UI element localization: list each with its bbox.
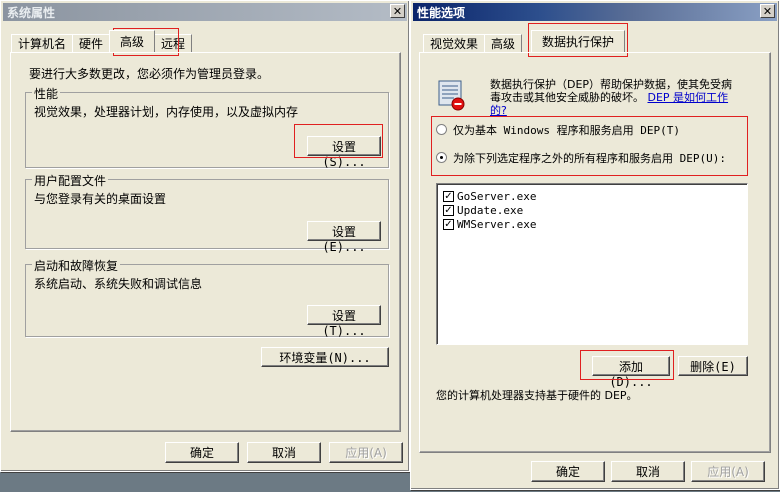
ok-button[interactable]: 确定 <box>531 461 605 482</box>
user-profiles-group: 用户配置文件 与您登录有关的桌面设置 设置(E)... <box>25 172 389 254</box>
list-item[interactable]: ✓ GoServer.exe <box>443 190 536 203</box>
checkbox[interactable]: ✓ <box>443 219 454 230</box>
ok-button[interactable]: 确定 <box>165 442 239 463</box>
dep-essential-label[interactable]: 仅为基本 Windows 程序和服务启用 DEP(T) <box>453 122 680 138</box>
tab-remote[interactable]: 远程 <box>154 34 193 52</box>
dep-help-link-continued[interactable]: 的? <box>490 102 507 118</box>
apply-button: 应用(A) <box>329 442 403 463</box>
tab-advanced[interactable]: 高级 <box>109 30 156 52</box>
close-icon[interactable]: ✕ <box>760 4 775 18</box>
startup-recovery-group: 启动和故障恢复 系统启动、系统失败和调试信息 设置(T)... <box>25 257 389 338</box>
tab-strip: 视觉效果 高级 数据执行保护 <box>423 30 626 52</box>
system-properties-window: 系统属性 ✕ 计算机名 硬件 高级 远程 要进行大多数更改，您必须作为管理员登录… <box>0 0 410 472</box>
dep-all-except-radio[interactable] <box>436 152 447 163</box>
list-item[interactable]: ✓ Update.exe <box>443 204 523 217</box>
tab-visual-effects[interactable]: 视觉效果 <box>423 34 486 52</box>
tab-hardware[interactable]: 硬件 <box>72 34 111 52</box>
dep-panel: 数据执行保护（DEP）帮助保护数据，使其免受病 毒攻击或其他安全威胁的破坏。 D… <box>419 52 771 453</box>
dep-all-except-label[interactable]: 为除下列选定程序之外的所有程序和服务启用 DEP(U): <box>453 150 726 166</box>
program-list[interactable]: ✓ GoServer.exe ✓ Update.exe ✓ WMServer.e… <box>436 183 748 345</box>
dep-help-link[interactable]: DEP 是如何工作 <box>648 91 729 104</box>
hardware-dep-note: 您的计算机处理器支持基于硬件的 DEP。 <box>436 389 638 402</box>
title-bar[interactable]: 性能选项 ✕ <box>413 3 777 21</box>
shield-dep-icon <box>436 79 466 111</box>
tab-data-execution-prevention[interactable]: 数据执行保护 <box>531 30 626 52</box>
tab-strip: 计算机名 硬件 高级 远程 <box>11 30 193 52</box>
checkbox[interactable]: ✓ <box>443 205 454 216</box>
close-icon[interactable]: ✕ <box>390 4 405 18</box>
tab-computer-name[interactable]: 计算机名 <box>11 34 74 52</box>
performance-settings-button[interactable]: 设置(S)... <box>307 136 381 169</box>
remove-program-button[interactable]: 删除(E) <box>678 356 748 376</box>
startup-recovery-settings-button[interactable]: 设置(T)... <box>307 305 381 338</box>
window-title: 性能选项 <box>417 5 466 20</box>
checkbox[interactable]: ✓ <box>443 191 454 202</box>
performance-desc: 视觉效果，处理器计划，内存使用，以及虚拟内存 <box>34 105 299 119</box>
startup-recovery-desc: 系统启动、系统失败和调试信息 <box>34 277 203 291</box>
dep-essential-radio[interactable] <box>436 124 447 135</box>
admin-notice: 要进行大多数更改，您必须作为管理员登录。 <box>29 67 270 81</box>
advanced-panel: 要进行大多数更改，您必须作为管理员登录。 性能 视觉效果，处理器计划，内存使用，… <box>10 52 401 432</box>
startup-recovery-label: 启动和故障恢复 <box>32 257 121 274</box>
environment-variables-button[interactable]: 环境变量(N)... <box>261 347 389 367</box>
performance-label: 性能 <box>32 85 61 102</box>
tab-advanced[interactable]: 高级 <box>484 34 523 52</box>
user-profiles-settings-button[interactable]: 设置(E)... <box>307 221 381 254</box>
title-bar[interactable]: 系统属性 ✕ <box>3 3 407 21</box>
cancel-button[interactable]: 取消 <box>611 461 685 482</box>
performance-group: 性能 视觉效果，处理器计划，内存使用，以及虚拟内存 设置(S)... <box>25 85 389 169</box>
user-profiles-label: 用户配置文件 <box>32 172 109 189</box>
add-program-button[interactable]: 添加(D)... <box>592 356 670 389</box>
dep-description-line2: 毒攻击或其他安全威胁的破坏。 DEP 是如何工作 <box>490 91 729 104</box>
apply-button: 应用(A) <box>691 461 765 482</box>
list-item[interactable]: ✓ WMServer.exe <box>443 218 536 231</box>
cancel-button[interactable]: 取消 <box>247 442 321 463</box>
window-title: 系统属性 <box>7 5 56 20</box>
user-profiles-desc: 与您登录有关的桌面设置 <box>34 192 167 206</box>
performance-options-window: 性能选项 ✕ 视觉效果 高级 数据执行保护 数据执行保护（DEP）帮助保护数据，… <box>410 0 780 490</box>
